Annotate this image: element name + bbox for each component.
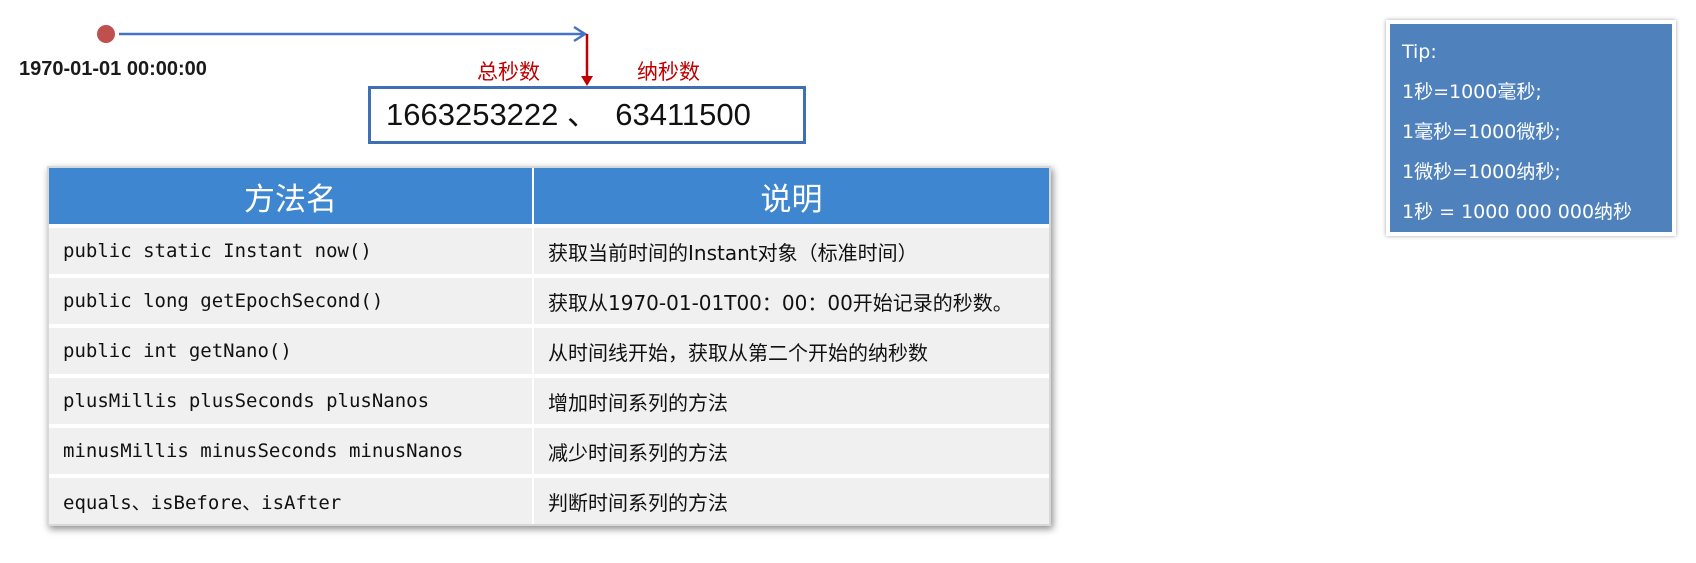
header-method-name: 方法名 bbox=[49, 168, 534, 228]
method-cell: plusMillis plusSeconds plusNanos bbox=[49, 376, 534, 428]
description-cell: 从时间线开始，获取从第二个开始的纳秒数 bbox=[533, 326, 1049, 378]
table-row: public static Instant now() 获取当前时间的Insta… bbox=[49, 226, 1049, 278]
tip-line: 1秒 = 1000 000 000纳秒 bbox=[1402, 201, 1633, 223]
method-cell: equals、isBefore、isAfter bbox=[49, 476, 534, 524]
epoch-label: 1970-01-01 00:00:00 bbox=[19, 58, 207, 80]
method-cell: public static Instant now() bbox=[49, 226, 534, 278]
tip-title: Tip: bbox=[1402, 41, 1437, 63]
tip-line: 1微秒=1000纳秒; bbox=[1402, 161, 1561, 183]
header-description: 说明 bbox=[533, 168, 1049, 228]
seconds-label: 总秒数 bbox=[477, 61, 540, 84]
pointer-arrow-head bbox=[581, 76, 593, 86]
table-row: public long getEpochSecond() 获取从1970-01-… bbox=[49, 276, 1049, 328]
method-cell: minusMillis minusSeconds minusNanos bbox=[49, 426, 534, 478]
description-cell: 判断时间系列的方法 bbox=[533, 476, 1049, 524]
tip-line: 1秒=1000毫秒; bbox=[1402, 81, 1542, 103]
tip-line: 1毫秒=1000微秒; bbox=[1402, 121, 1561, 143]
table-header-row: 方法名 说明 bbox=[49, 168, 1049, 228]
method-table: 方法名 说明 public static Instant now() 获取当前时… bbox=[47, 166, 1051, 526]
instant-value-box: 1663253222 、 63411500 bbox=[368, 86, 806, 144]
table-row: plusMillis plusSeconds plusNanos 增加时间系列的… bbox=[49, 376, 1049, 428]
description-cell: 增加时间系列的方法 bbox=[533, 376, 1049, 428]
description-cell: 获取从1970-01-01T00：00：00开始记录的秒数。 bbox=[533, 276, 1049, 328]
epoch-marker-dot bbox=[97, 25, 115, 43]
method-cell: public long getEpochSecond() bbox=[49, 276, 534, 328]
table-row: public int getNano() 从时间线开始，获取从第二个开始的纳秒数 bbox=[49, 326, 1049, 378]
table-row: minusMillis minusSeconds minusNanos 减少时间… bbox=[49, 426, 1049, 478]
method-cell: public int getNano() bbox=[49, 326, 534, 378]
table-row: equals、isBefore、isAfter 判断时间系列的方法 bbox=[49, 476, 1049, 524]
nanos-label: 纳秒数 bbox=[637, 61, 700, 84]
description-cell: 减少时间系列的方法 bbox=[533, 426, 1049, 478]
description-cell: 获取当前时间的Instant对象（标准时间） bbox=[533, 226, 1049, 278]
tip-box: Tip: 1秒=1000毫秒; 1毫秒=1000微秒; 1微秒=1000纳秒; … bbox=[1386, 20, 1676, 236]
